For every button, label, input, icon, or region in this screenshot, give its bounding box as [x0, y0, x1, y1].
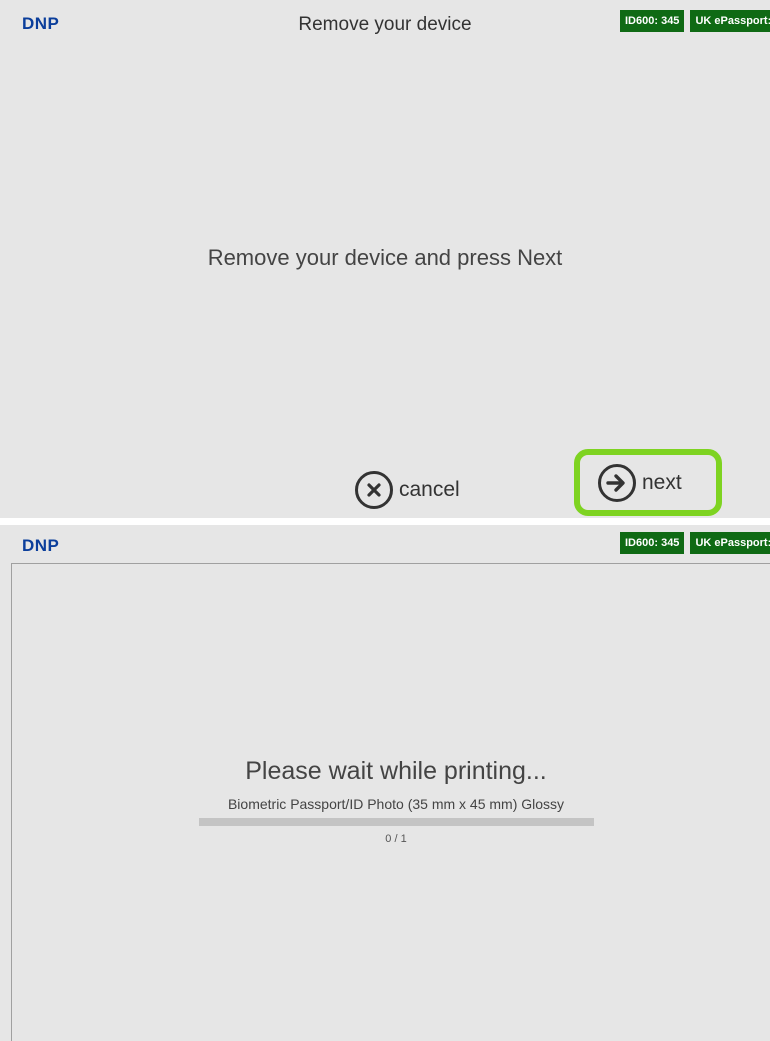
- print-progress-count: 0 / 1: [385, 833, 407, 845]
- counter-badges: ID600: 345 UK ePassport: 1500: [620, 10, 770, 32]
- print-progress-bar: [199, 818, 594, 826]
- printing-status-title: Please wait while printing...: [245, 757, 547, 785]
- circle-arrow-right-icon: [598, 463, 636, 502]
- counter-badges: ID600: 345 UK ePassport: 1500: [620, 532, 770, 554]
- brand-logo: DNP: [22, 536, 60, 555]
- next-button[interactable]: next: [574, 449, 722, 516]
- remove-device-screen: DNP Remove your device ID600: 345 UK ePa…: [0, 0, 770, 518]
- instruction-message: Remove your device and press Next: [207, 245, 563, 270]
- cancel-button[interactable]: cancel: [355, 471, 460, 509]
- print-job-description: Biometric Passport/ID Photo (35 mm x 45 …: [227, 796, 565, 812]
- uk-epassport-counter-badge: UK ePassport: 1500: [690, 10, 770, 32]
- printing-screen: DNP ID600: 345 UK ePassport: 1500 Please…: [0, 525, 770, 1041]
- next-label: next: [642, 470, 682, 494]
- uk-epassport-counter-badge: UK ePassport: 1500: [690, 532, 770, 554]
- id600-counter-badge: ID600: 345: [620, 532, 685, 554]
- circle-x-icon: [355, 471, 393, 509]
- id600-counter-badge: ID600: 345: [620, 10, 685, 32]
- cancel-label: cancel: [399, 478, 460, 501]
